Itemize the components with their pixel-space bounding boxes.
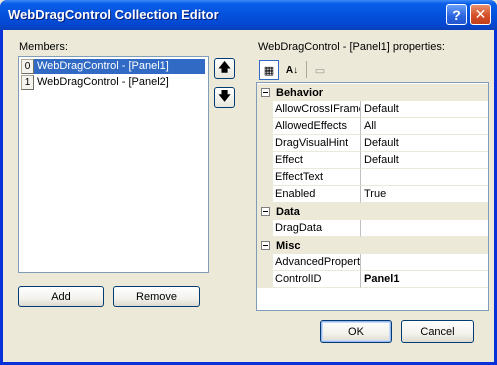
property-pages-icon: ▭ — [314, 64, 326, 77]
window-title: WebDragControl Collection Editor — [8, 7, 219, 22]
property-value[interactable] — [361, 169, 488, 186]
property-row[interactable]: Effect Default — [257, 152, 488, 169]
close-icon: ✕ — [474, 6, 487, 22]
property-value[interactable]: All — [361, 118, 488, 135]
arrow-up-icon: 🡅 — [218, 60, 231, 74]
close-button[interactable]: ✕ — [470, 4, 491, 25]
categorized-button[interactable]: ▦ — [259, 60, 279, 80]
property-name: DragData — [273, 220, 361, 237]
property-name: DragVisualHint — [273, 135, 361, 152]
category-data[interactable]: Data — [257, 203, 488, 220]
collection-editor-window: WebDragControl Collection Editor ? ✕ Mem… — [0, 0, 497, 365]
property-name: AllowedEffects — [273, 118, 361, 135]
row-gutter — [257, 118, 273, 135]
row-gutter — [257, 220, 273, 237]
property-value[interactable]: Default — [361, 101, 488, 118]
property-row[interactable]: AdvancedPropert — [257, 254, 488, 271]
arrow-down-icon: 🡇 — [218, 89, 231, 103]
property-row[interactable]: AllowCrossIFrame Default — [257, 101, 488, 118]
add-button[interactable]: Add — [18, 286, 104, 307]
row-gutter — [257, 169, 273, 186]
title-bar[interactable]: WebDragControl Collection Editor ? ✕ — [0, 0, 497, 30]
property-name: EffectText — [273, 169, 361, 186]
category-behavior[interactable]: Behavior — [257, 84, 488, 101]
property-row[interactable]: EffectText — [257, 169, 488, 186]
property-row[interactable]: Enabled True — [257, 186, 488, 203]
property-row[interactable]: AllowedEffects All — [257, 118, 488, 135]
member-index: 1 — [21, 75, 34, 90]
alphabetical-sort-icon: A↓ — [285, 64, 299, 76]
property-row[interactable]: ControlID Panel1 — [257, 271, 488, 288]
row-gutter — [257, 186, 273, 203]
members-label: Members: — [19, 41, 68, 53]
toolbar-separator — [306, 61, 307, 78]
property-name: ControlID — [273, 271, 361, 288]
properties-label: WebDragControl - [Panel1] properties: — [258, 41, 445, 53]
property-name: Effect — [273, 152, 361, 169]
category-misc[interactable]: Misc — [257, 237, 488, 254]
dialog-body: Members: 0 WebDragControl - [Panel1] 1 W… — [3, 30, 494, 362]
remove-button[interactable]: Remove — [113, 286, 200, 307]
row-gutter — [257, 101, 273, 118]
members-list[interactable]: 0 WebDragControl - [Panel1] 1 WebDragCon… — [18, 56, 209, 273]
member-item[interactable]: 0 WebDragControl - [Panel1] — [21, 59, 206, 74]
property-value[interactable]: Default — [361, 135, 488, 152]
property-row[interactable]: DragData — [257, 220, 488, 237]
property-grid[interactable]: Behavior AllowCrossIFrame Default Allowe… — [256, 82, 489, 311]
property-value[interactable]: True — [361, 186, 488, 203]
property-name: Enabled — [273, 186, 361, 203]
move-down-button[interactable]: 🡇 — [214, 87, 235, 108]
property-value[interactable]: Default — [361, 152, 488, 169]
member-item[interactable]: 1 WebDragControl - [Panel2] — [21, 75, 206, 90]
property-value[interactable]: Panel1 — [361, 271, 488, 288]
property-pages-button[interactable]: ▭ — [310, 60, 330, 80]
property-value[interactable] — [361, 220, 488, 237]
collapse-icon[interactable] — [261, 88, 270, 97]
row-gutter — [257, 152, 273, 169]
help-icon: ? — [452, 6, 461, 23]
category-label: Misc — [276, 239, 301, 252]
cancel-button[interactable]: Cancel — [401, 320, 474, 343]
category-label: Behavior — [276, 86, 324, 99]
move-up-button[interactable]: 🡅 — [214, 58, 235, 79]
member-label: WebDragControl - [Panel2] — [37, 76, 169, 88]
member-label: WebDragControl - [Panel1] — [34, 59, 205, 74]
property-grid-toolbar: ▦ A↓ ▭ — [256, 58, 489, 82]
ok-button[interactable]: OK — [320, 320, 392, 343]
collapse-icon[interactable] — [261, 207, 270, 216]
member-index: 0 — [21, 59, 34, 74]
categorized-icon: ▦ — [263, 64, 275, 77]
row-gutter — [257, 254, 273, 271]
property-value[interactable] — [361, 254, 488, 271]
category-label: Data — [276, 205, 300, 218]
property-name: AllowCrossIFrame — [273, 101, 361, 118]
help-button[interactable]: ? — [446, 4, 467, 25]
property-name: AdvancedPropert — [273, 254, 361, 271]
collapse-icon[interactable] — [261, 241, 270, 250]
row-gutter — [257, 271, 273, 288]
alphabetical-button[interactable]: A↓ — [282, 60, 302, 80]
property-row[interactable]: DragVisualHint Default — [257, 135, 488, 152]
row-gutter — [257, 135, 273, 152]
